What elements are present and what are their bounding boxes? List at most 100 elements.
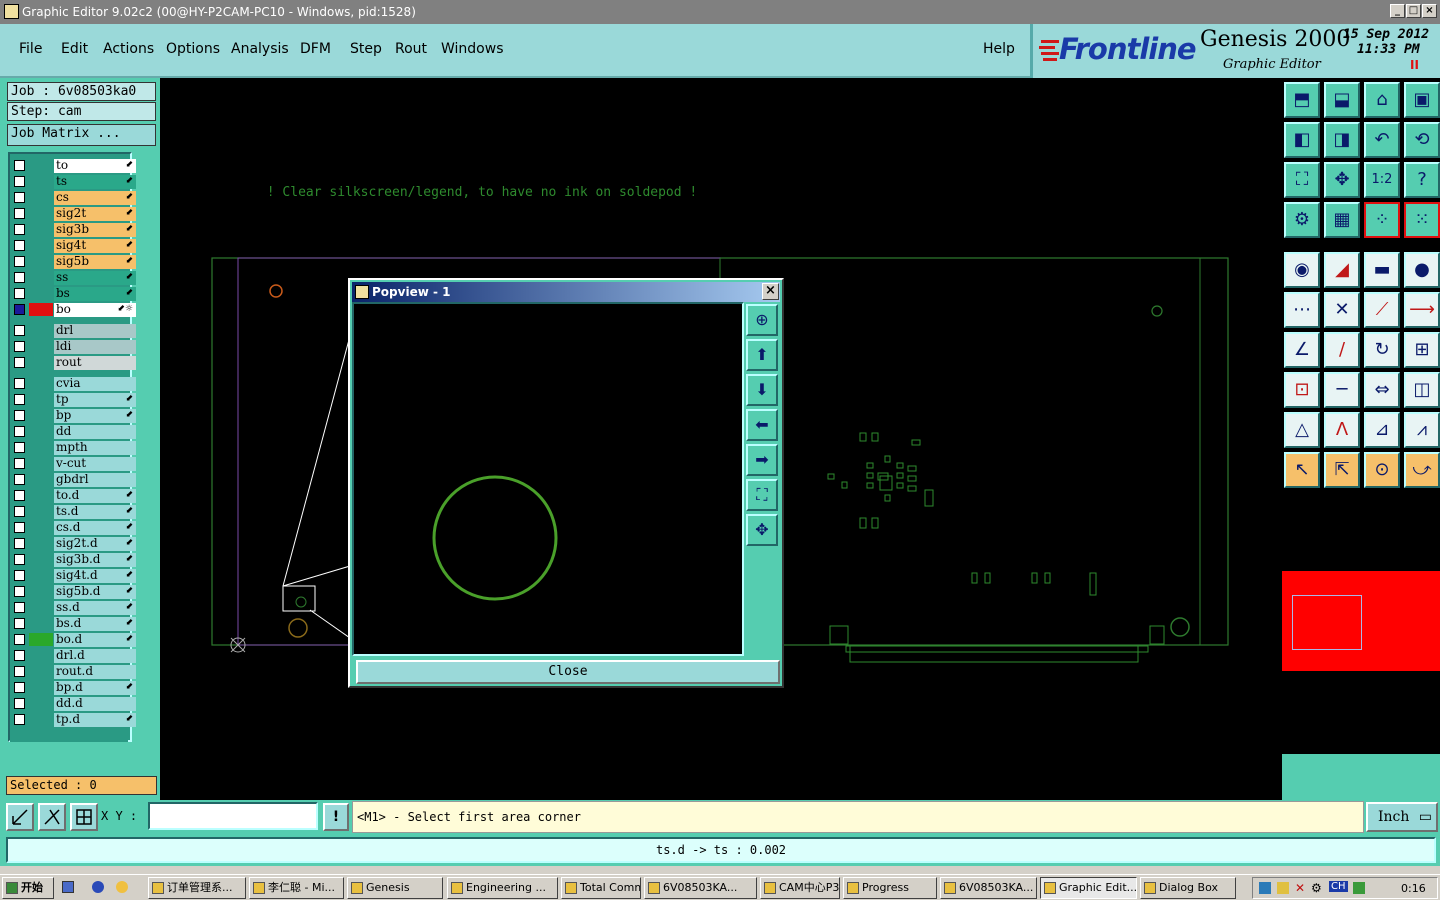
pad-icon[interactable]: ⊡ — [1284, 372, 1320, 408]
quicklaunch-media-icon[interactable] — [116, 881, 128, 893]
measure-icon[interactable]: ⇔ — [1364, 372, 1400, 408]
layer-row-dd-d[interactable]: dd.d — [10, 696, 136, 711]
pointer-route-icon[interactable]: ⤻ — [1404, 452, 1440, 488]
task-item[interactable]: 订单管理系... — [148, 877, 246, 899]
angle-icon[interactable]: ∠ — [1284, 332, 1320, 368]
zoom-back-icon[interactable]: ↶ — [1364, 122, 1400, 158]
layer-checkbox[interactable] — [14, 410, 25, 421]
menu-file[interactable]: File — [19, 41, 42, 57]
layer-checkbox[interactable] — [14, 256, 25, 267]
quicklaunch-desktop-icon[interactable] — [62, 881, 74, 893]
shapes-icon[interactable]: ◫ — [1404, 372, 1440, 408]
help-icon[interactable]: ? — [1404, 162, 1440, 198]
layer-row-drl-d[interactable]: drl.d — [10, 648, 136, 663]
layer-row-cvia[interactable]: cvia — [10, 376, 136, 391]
menu-help[interactable]: Help — [983, 41, 1015, 57]
layer-row-to[interactable]: to ⬋ — [10, 158, 136, 173]
pointer-select-icon[interactable]: ⇱ — [1324, 452, 1360, 488]
layer-checkbox[interactable] — [14, 160, 25, 171]
layer-row-to-d[interactable]: to.d ⬋ — [10, 488, 136, 503]
window-icon[interactable]: ▣ — [1404, 82, 1440, 118]
close-window-button[interactable]: × — [1422, 4, 1437, 18]
text-icon[interactable]: ⊞ — [1404, 332, 1440, 368]
snap-alt-icon[interactable]: ⁙ — [1404, 202, 1440, 238]
layer-row-sig4t-d[interactable]: sig4t.d ⬋ — [10, 568, 136, 583]
task-item[interactable]: CAM中心P3... — [760, 877, 840, 899]
zoom-home-icon[interactable]: ⬒ — [1284, 82, 1320, 118]
delete-icon[interactable]: ✕ — [1324, 292, 1360, 328]
layer-row-v-cut[interactable]: v-cut — [10, 456, 136, 471]
task-item[interactable]: 6V08503KA... — [644, 877, 757, 899]
polygon-icon[interactable]: ⊿ — [1364, 412, 1400, 448]
layer-checkbox[interactable] — [14, 586, 25, 597]
layer-row-ldi[interactable]: ldi — [10, 339, 136, 354]
layer-checkbox[interactable] — [14, 442, 25, 453]
task-item[interactable]: Total Comm... — [561, 877, 641, 899]
quicklaunch-ie-icon[interactable] — [92, 881, 104, 893]
pv-pan-up-icon[interactable]: ⬆ — [746, 339, 778, 371]
layer-checkbox[interactable] — [14, 208, 25, 219]
layer-checkbox[interactable] — [14, 602, 25, 613]
popview-close-button[interactable]: Close — [356, 660, 780, 684]
layer-checkbox[interactable] — [14, 682, 25, 693]
layer-row-cs[interactable]: cs ⬋ — [10, 190, 136, 205]
measure-icon[interactable] — [38, 803, 66, 831]
pv-pan-right-icon[interactable]: ➡ — [746, 444, 778, 476]
home-icon[interactable]: ⌂ — [1364, 82, 1400, 118]
ime-indicator[interactable]: CH — [1329, 881, 1348, 892]
tray-pen-icon[interactable] — [1277, 882, 1289, 894]
layer-checkbox[interactable] — [14, 176, 25, 187]
layer-row-drl[interactable]: drl — [10, 323, 136, 338]
layer-checkbox[interactable] — [14, 506, 25, 517]
select-icon[interactable]: ◉ — [1284, 252, 1320, 288]
layer-checkbox[interactable] — [14, 698, 25, 709]
redraw-icon[interactable]: ⟲ — [1404, 122, 1440, 158]
highlight-icon[interactable]: ◢ — [1324, 252, 1360, 288]
layer-row-dd[interactable]: dd — [10, 424, 136, 439]
grid-toggle-icon[interactable]: ▦ — [1324, 202, 1360, 238]
task-item[interactable]: Engineering ... — [447, 877, 558, 899]
line-icon[interactable]: / — [1324, 332, 1360, 368]
job-matrix-button[interactable]: Job Matrix ... — [7, 124, 156, 146]
layer-checkbox[interactable] — [14, 490, 25, 501]
task-item[interactable]: Graphic Edit... — [1040, 877, 1137, 899]
layer-checkbox[interactable] — [14, 240, 25, 251]
task-item[interactable]: Genesis — [347, 877, 443, 899]
edit-shape-icon[interactable]: ⩘ — [1404, 412, 1440, 448]
maximize-button[interactable]: □ — [1406, 4, 1421, 18]
snap-icon[interactable] — [6, 803, 34, 831]
menu-actions[interactable]: Actions — [103, 41, 154, 57]
menu-rout[interactable]: Rout — [395, 41, 427, 57]
window-title-bar[interactable]: Graphic Editor 9.02c2 (00@HY-P2CAM-PC10 … — [0, 0, 1440, 24]
layer-row-sig5b[interactable]: sig5b ⬋ — [10, 254, 136, 269]
center-icon[interactable]: ✥ — [1324, 162, 1360, 198]
triangle-icon[interactable]: △ — [1284, 412, 1320, 448]
zoom-save-icon[interactable]: ⬓ — [1324, 82, 1360, 118]
overview-map[interactable] — [1282, 571, 1440, 671]
fit-screen-icon[interactable]: ⛶ — [1284, 162, 1320, 198]
pv-pan-left-icon[interactable]: ⬅ — [746, 409, 778, 441]
layer-row-ss-d[interactable]: ss.d ⬋ — [10, 600, 136, 615]
layer-checkbox[interactable] — [14, 394, 25, 405]
popview-canvas[interactable] — [352, 302, 744, 656]
layer-checkbox[interactable] — [14, 634, 25, 645]
alert-button[interactable]: ! — [323, 803, 349, 831]
layer-row-bo[interactable]: bo ⬋☼ — [10, 302, 136, 317]
segment-icon[interactable]: ─ — [1324, 372, 1360, 408]
pv-center-icon[interactable]: ✥ — [746, 514, 778, 546]
layer-row-ts[interactable]: ts ⬋ — [10, 174, 136, 189]
layer-checkbox[interactable] — [14, 666, 25, 677]
tray-network-icon[interactable] — [1259, 882, 1271, 894]
layer-checkbox[interactable] — [14, 554, 25, 565]
pv-pan-down-icon[interactable]: ⬇ — [746, 374, 778, 406]
menu-options[interactable]: Options — [166, 41, 220, 57]
link-icon[interactable]: ⟋ — [1364, 292, 1400, 328]
layer-checkbox[interactable] — [14, 538, 25, 549]
layer-checkbox[interactable] — [14, 357, 25, 368]
xy-input[interactable] — [148, 802, 318, 830]
menu-dfm[interactable]: DFM — [300, 41, 331, 57]
layer-checkbox[interactable] — [14, 192, 25, 203]
layer-checkbox[interactable] — [14, 325, 25, 336]
layer-checkbox[interactable] — [14, 522, 25, 533]
popview-title-bar[interactable]: Popview - 1 — [352, 282, 780, 302]
